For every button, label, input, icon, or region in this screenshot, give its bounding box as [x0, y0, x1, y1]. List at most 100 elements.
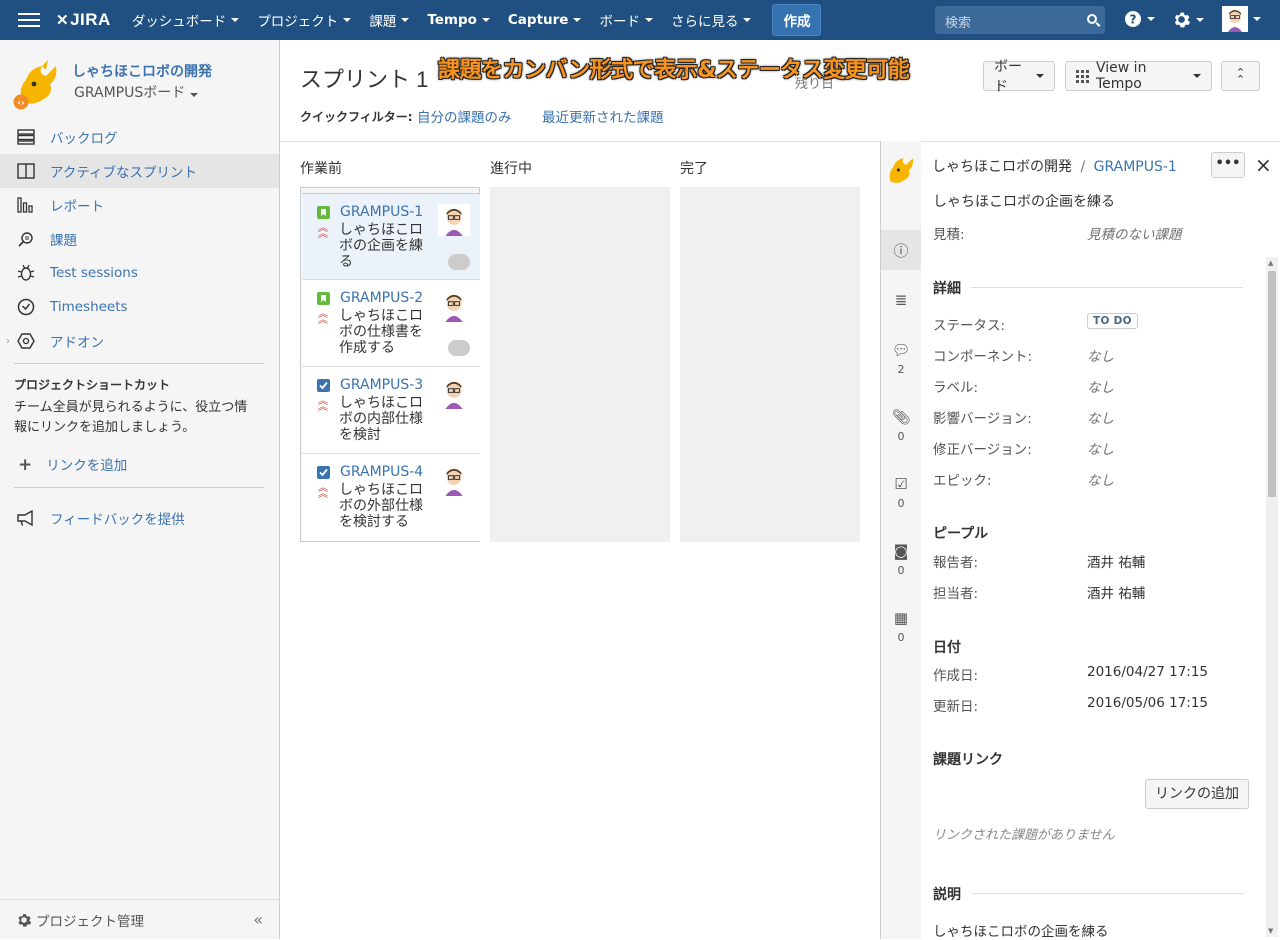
assignee-avatar[interactable]	[438, 204, 470, 236]
description-section-title: 説明	[933, 887, 961, 903]
nav-capture[interactable]: Capture	[499, 0, 591, 40]
scrollbar-thumb[interactable]	[1268, 271, 1276, 497]
issue-summary: しゃちほこロボの仕様書を作成する	[339, 308, 423, 356]
quick-filter-label: クイックフィルター:	[300, 110, 413, 124]
issue-key[interactable]: GRAMPUS-2	[340, 290, 423, 306]
status-label: ステータス:	[933, 318, 1006, 334]
nav-issues[interactable]: 課題	[360, 0, 418, 40]
project-name[interactable]: しゃちほこロボの開発	[72, 61, 212, 81]
column-in-progress[interactable]	[490, 187, 670, 542]
comment-icon[interactable]: 💬︎ 2	[881, 341, 921, 376]
sidebar-item-reports[interactable]: レポート	[0, 188, 279, 222]
labels-value[interactable]: なし	[1087, 376, 1114, 396]
status-lozenge[interactable]: TO DO	[1087, 313, 1138, 329]
give-feedback-link[interactable]: フィードバックを提供	[16, 508, 185, 528]
affects-version-label: 影響バージョン:	[933, 411, 1032, 427]
issue-card[interactable]: GRAMPUS-4 ︽ ︽ しゃちほこロボの外部仕様を検討する	[302, 454, 480, 541]
board-selector[interactable]: GRAMPUSボード	[74, 82, 199, 102]
epic-value[interactable]: なし	[1087, 469, 1114, 489]
sidebar-item-addons[interactable]: › アドオン	[0, 324, 279, 358]
issue-key[interactable]: GRAMPUS-1	[340, 204, 423, 220]
reporter-value[interactable]: 酒井 祐輔	[1087, 551, 1145, 571]
double-chevron-up-icon: ⌃ ⌃	[1235, 66, 1246, 86]
add-issue-link-button[interactable]: リンクの追加	[1145, 779, 1249, 809]
breadcrumb-issue-key[interactable]: GRAMPUS-1	[1094, 159, 1177, 175]
report-chart-icon	[16, 196, 36, 214]
nav-boards[interactable]: ボード	[590, 0, 662, 40]
assignee-value[interactable]: 酒井 祐輔	[1087, 582, 1145, 602]
issue-links-section-title: 課題リンク	[933, 752, 1003, 768]
fix-version-value[interactable]: なし	[1087, 438, 1114, 458]
divider	[14, 363, 264, 364]
sidebar-item-timesheets[interactable]: Timesheets	[0, 290, 279, 324]
assignee-avatar[interactable]	[438, 290, 470, 322]
estimate-label: 見積:	[933, 227, 965, 243]
filter-only-my-issues[interactable]: 自分の課題のみ	[417, 106, 512, 126]
breadcrumb-project[interactable]: しゃちほこロボの開発	[932, 159, 1072, 175]
attachment-icon[interactable]: 📎︎ 0	[881, 408, 921, 443]
description-icon[interactable]: ≣	[881, 291, 921, 309]
people-section-title: ピープル	[933, 526, 989, 542]
collapse-header-button[interactable]: ⌃ ⌃	[1221, 61, 1260, 91]
issue-card[interactable]: GRAMPUS-2 ︽ ︽ しゃちほこロボの仕様書を作成する	[302, 280, 480, 367]
issue-summary-title[interactable]: しゃちほこロボの企画を練る	[933, 191, 1115, 211]
affects-version-value[interactable]: なし	[1087, 407, 1114, 427]
estimate-badge	[448, 340, 470, 356]
scroll-down-icon[interactable]: ▼	[1268, 927, 1273, 935]
view-in-tempo-button[interactable]: View in Tempo	[1065, 60, 1212, 92]
addon-hexagon-icon	[16, 332, 36, 350]
nav-tempo[interactable]: Tempo	[418, 0, 499, 40]
story-icon	[317, 292, 330, 305]
sidebar-item-issues[interactable]: 課題	[0, 222, 279, 256]
divider	[14, 487, 264, 488]
issue-detail-panel: ⓘ ≣ 💬︎ 2 📎︎ 0 ☑ 0 ◙ 0 ▦ 0 しゃちほこロボの開発 / GRAMPU…	[880, 141, 1280, 940]
jira-logo[interactable]: ✕ JIRA	[56, 10, 111, 30]
assignee-avatar[interactable]	[438, 377, 470, 409]
user-avatar-menu[interactable]	[1222, 6, 1261, 32]
issue-card[interactable]: GRAMPUS-1 ︽ ︽ しゃちほこロボの企画を練る	[302, 193, 480, 280]
issue-key[interactable]: GRAMPUS-4	[340, 464, 423, 480]
clock-icon	[16, 298, 36, 316]
sidebar-item-test-sessions[interactable]: Test sessions	[0, 256, 279, 290]
column-header-done: 完了	[680, 161, 708, 177]
estimate-badge	[448, 254, 470, 270]
grid-icon	[1076, 69, 1089, 83]
assignee-avatar[interactable]	[438, 464, 470, 496]
worklog-table-icon[interactable]: ▦ 0	[881, 609, 921, 644]
board-menu-button[interactable]: ボード	[983, 59, 1055, 95]
column-todo[interactable]: GRAMPUS-1 ︽ ︽ しゃちほこロボの企画を練る GRAMPUS-2 ︽ ︽ …	[300, 187, 480, 542]
filter-recently-updated[interactable]: 最近更新された課題	[542, 106, 664, 126]
project-admin-link[interactable]: プロジェクト管理 «	[0, 899, 279, 939]
sidebar-item-backlog[interactable]: バックログ	[0, 120, 279, 154]
nav-more[interactable]: さらに見る	[662, 0, 761, 40]
issue-card[interactable]: GRAMPUS-3 ︽ ︽ しゃちほこロボの内部仕様を検討	[302, 367, 480, 454]
estimate-value[interactable]: 見積のない課題	[1087, 223, 1182, 243]
bug-icon	[16, 264, 36, 282]
subtask-checkbox-icon[interactable]: ☑ 0	[881, 475, 921, 510]
column-done[interactable]	[680, 187, 860, 542]
capture-camera-icon[interactable]: ◙ 0	[881, 542, 921, 577]
details-section-title: 詳細	[933, 281, 961, 297]
component-value[interactable]: なし	[1087, 345, 1114, 365]
add-shortcut-link[interactable]: + リンクを追加	[18, 454, 127, 475]
sidebar-item-active-sprint[interactable]: アクティブなスプリント	[0, 154, 279, 188]
detail-scrollbar[interactable]: ▲ ▼	[1266, 257, 1278, 937]
priority-highest-icon: ︽ ︽	[318, 483, 328, 500]
search-input[interactable]: 検索	[935, 6, 1105, 34]
nav-projects[interactable]: プロジェクト	[248, 0, 360, 40]
settings-gear-icon[interactable]	[1172, 10, 1204, 29]
app-switcher-icon[interactable]	[18, 13, 40, 27]
info-icon[interactable]: ⓘ	[881, 230, 921, 270]
svg-text:?: ?	[1130, 13, 1137, 27]
create-button[interactable]: 作成	[772, 4, 822, 36]
scroll-up-icon[interactable]: ▲	[1268, 259, 1273, 267]
nav-dashboard[interactable]: ダッシュボード	[123, 0, 249, 40]
reporter-label: 報告者:	[933, 555, 979, 571]
collapse-sidebar-icon[interactable]: «	[253, 910, 263, 929]
help-icon[interactable]: ?	[1124, 10, 1155, 28]
description-text[interactable]: しゃちほこロボの企画を練る	[933, 920, 1109, 940]
more-actions-button[interactable]: •••	[1211, 152, 1245, 178]
close-icon[interactable]: ×	[1255, 153, 1272, 177]
issue-key[interactable]: GRAMPUS-3	[340, 377, 423, 393]
project-avatar[interactable]: ‹›	[12, 58, 64, 110]
